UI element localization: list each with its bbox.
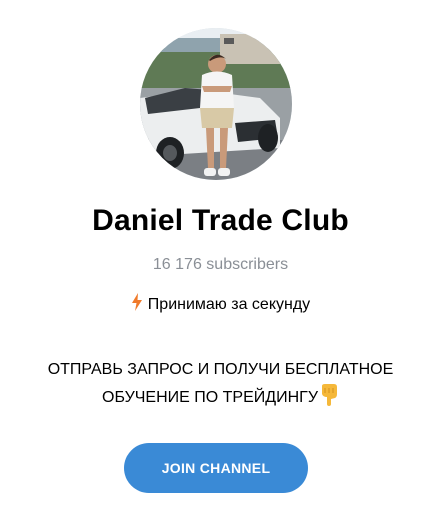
channel-promo-text: ОТПРАВЬ ЗАПРОС И ПОЛУЧИ БЕСПЛАТНОЕ ОБУЧЕ…	[0, 356, 441, 416]
pointing-down-hand-icon	[319, 384, 339, 416]
channel-description-line: Принимаю за секунду	[0, 293, 441, 316]
subscriber-count: 16 176 subscribers	[152, 256, 289, 273]
lightning-icon	[131, 293, 143, 316]
promo-line-2: ОБУЧЕНИЕ ПО ТРЕЙДИНГУ	[102, 389, 318, 406]
promo-line-2-row: ОБУЧЕНИЕ ПО ТРЕЙДИНГУ	[0, 384, 441, 416]
promo-line-1: ОТПРАВЬ ЗАПРОС И ПОЛУЧИ БЕСПЛАТНОЕ	[47, 361, 394, 378]
channel-avatar	[140, 28, 292, 180]
tagline-text: Принимаю за секунду	[147, 296, 311, 313]
channel-preview-page: Daniel Trade Club 16 176 subscribers При…	[0, 0, 441, 514]
join-channel-button[interactable]: JOIN CHANNEL	[124, 443, 308, 493]
avatar-photo	[140, 28, 292, 180]
channel-title: Daniel Trade Club	[92, 204, 349, 237]
